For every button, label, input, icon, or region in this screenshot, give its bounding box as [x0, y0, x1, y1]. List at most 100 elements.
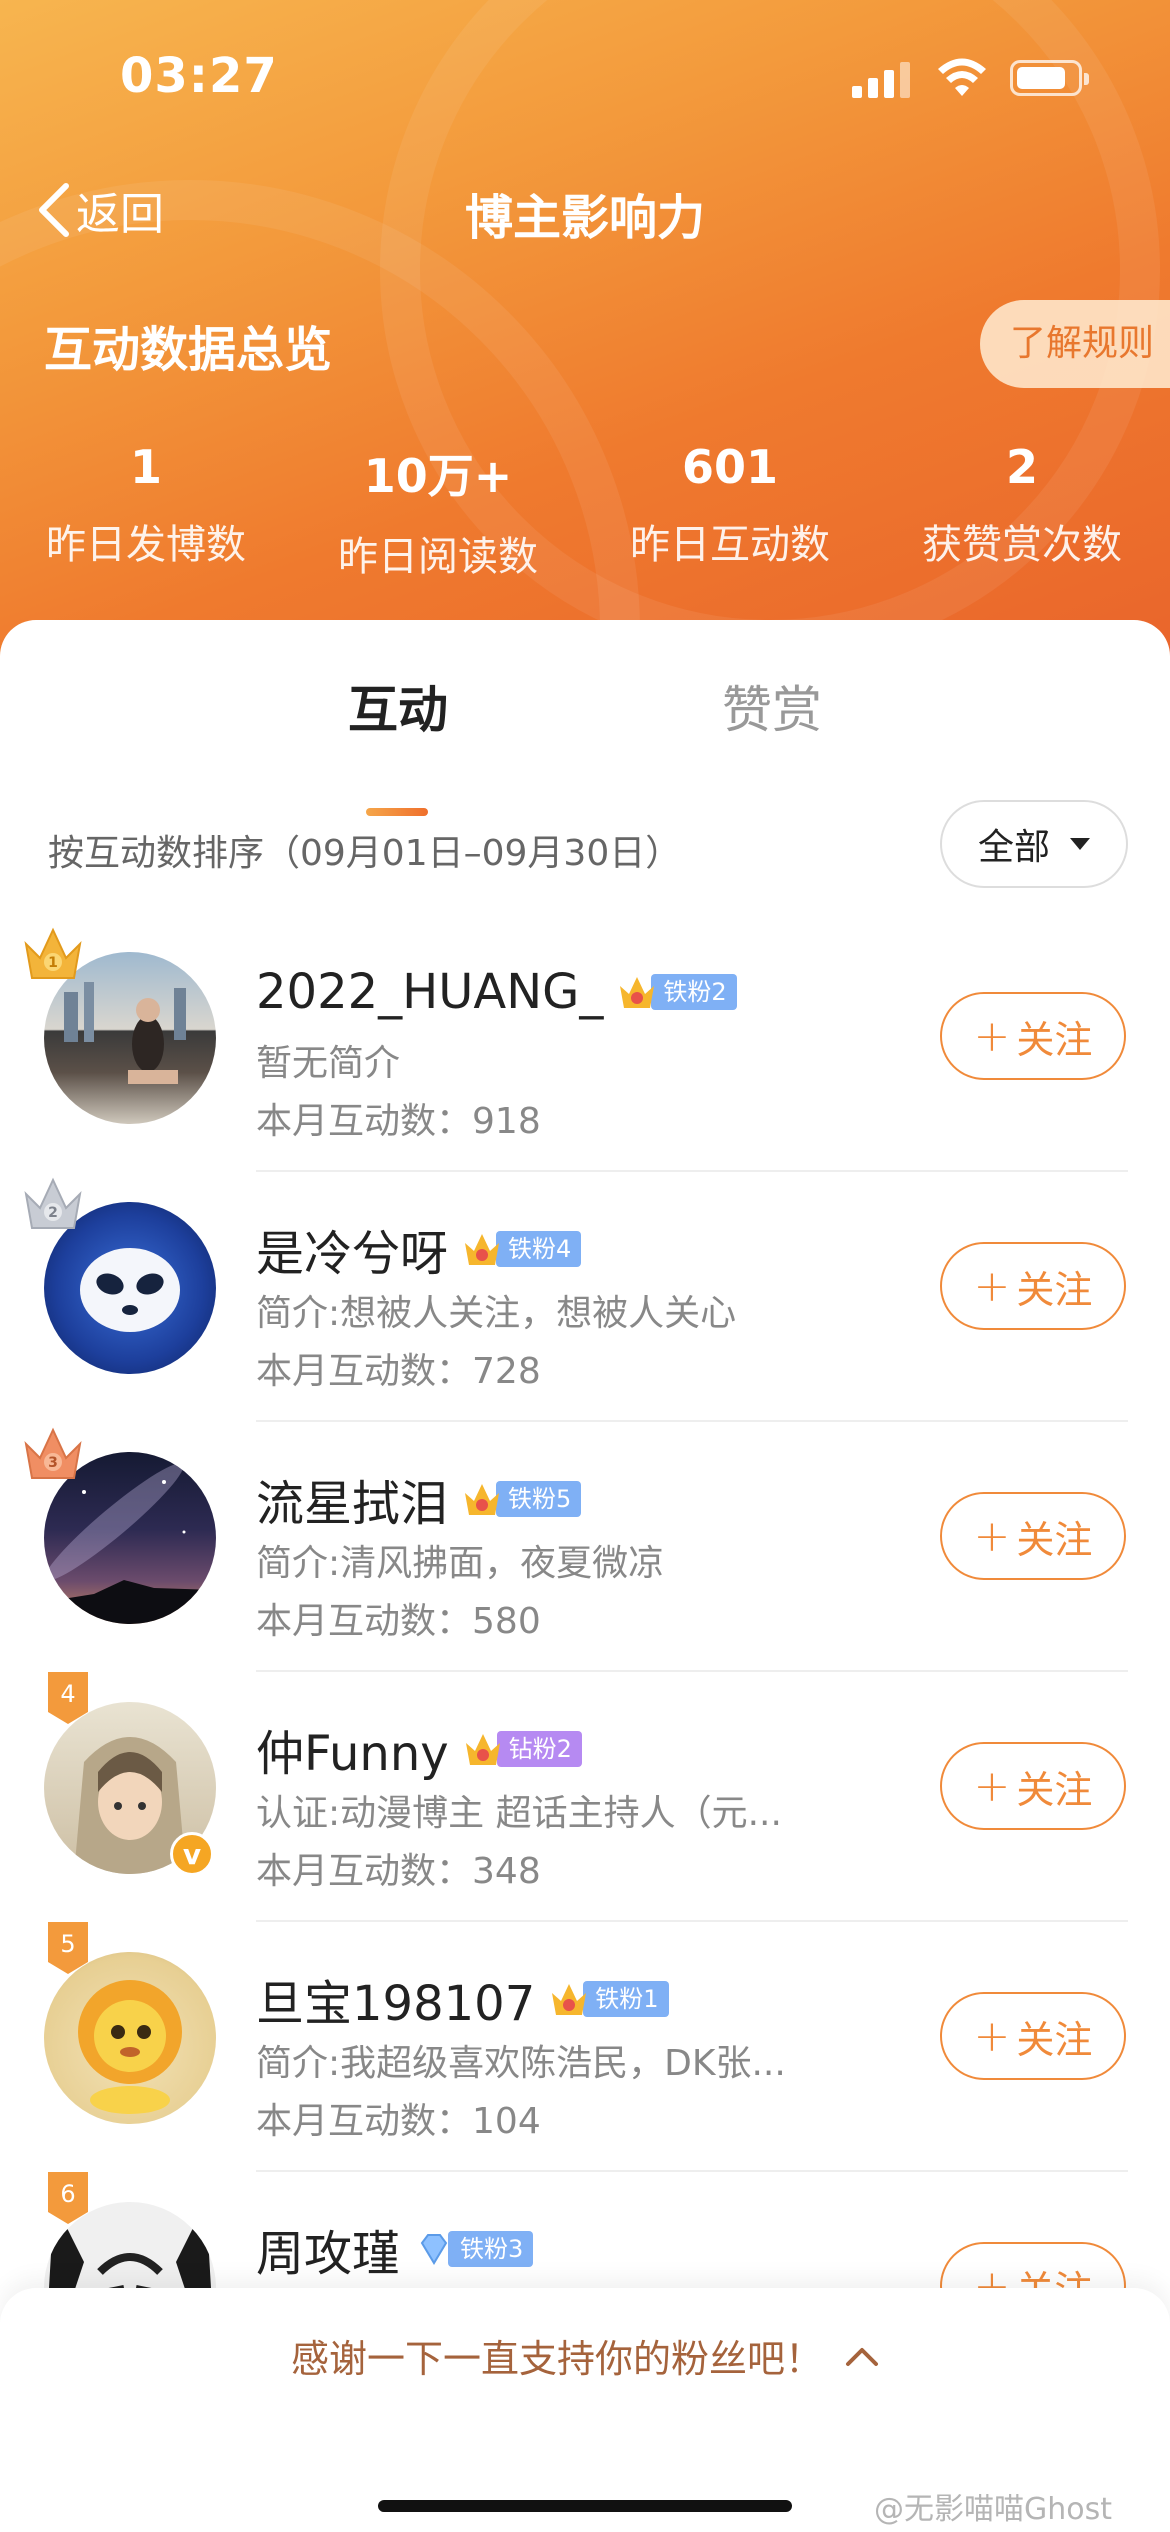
stats-row: 1 昨日发博数 10万+ 昨日阅读数 601 昨日互动数 2 获赞赏次数 [0, 440, 1170, 582]
crown-gold-icon: 1 [24, 927, 82, 979]
fan-level-label: 铁粉5 [496, 1481, 582, 1517]
fan-name[interactable]: 2022_HUANG_ [256, 964, 603, 1020]
avatar[interactable] [44, 1952, 216, 2124]
fan-badge: 钻粉2 [463, 1729, 582, 1769]
fan-level-label: 铁粉2 [651, 974, 737, 1010]
fan-bio: 简介:清风拂面，夜夏微凉 [256, 1543, 665, 1584]
plus-icon: + [973, 2010, 1011, 2062]
fan-badge: 铁粉4 [462, 1229, 582, 1269]
fan-badge: 铁粉1 [549, 1979, 669, 2019]
follow-button[interactable]: +关注 [940, 1242, 1126, 1330]
fan-bio: 简介:我超级喜欢陈浩民，DK张... [256, 2043, 786, 2084]
stat-interactions[interactable]: 601 昨日互动数 [584, 440, 876, 582]
rules-button[interactable]: 了解规则 [980, 300, 1170, 388]
fan-badge: 铁粉5 [462, 1479, 582, 1519]
wifi-icon [938, 58, 986, 96]
tab-tips[interactable]: 赞赏 [722, 670, 822, 742]
page-title: 博主影响力 [464, 190, 705, 246]
fan-crown-icon [465, 1484, 500, 1515]
stat-value: 10万+ [363, 449, 513, 503]
name-line: 仲Funny 钻粉2 [256, 1714, 582, 1784]
follow-button[interactable]: +关注 [940, 1992, 1126, 2080]
watermark: @无影喵喵Ghost [874, 2492, 1113, 2527]
overview-title: 互动数据总览 [44, 322, 333, 378]
thanks-prompt[interactable]: 感谢一下一直支持你的粉丝吧！ [0, 2328, 1170, 2383]
filter-dropdown[interactable]: 全部 [940, 800, 1128, 888]
stat-label: 昨日发博数 [46, 522, 246, 568]
fan-name[interactable]: 旦宝198107 [256, 1964, 535, 2034]
plus-icon: + [973, 1010, 1011, 1062]
rank-number: 1 [48, 955, 58, 971]
home-indicator[interactable] [378, 2500, 792, 2512]
fan-crown-icon [552, 1984, 587, 2015]
fan-crown-icon [620, 977, 655, 1008]
rank-number: 5 [60, 1930, 75, 1958]
name-line: 周攻瑾 铁粉3 [256, 2214, 534, 2284]
fan-row[interactable]: 4 v 仲Funny 钻粉2 认证:动漫博主 超话主持人（元... 本月互动数：… [0, 1672, 1170, 1922]
fan-row[interactable]: 5 旦宝198107 铁粉1 简介:我超级喜欢陈浩民，DK张... 本月互动数：… [0, 1922, 1170, 2172]
sort-description: 按互动数排序（09月01日–09月30日） [48, 833, 682, 874]
fans-card: 互动 赞赏 按互动数排序（09月01日–09月30日） 全部 1 2022_HU… [0, 620, 1170, 2532]
battery-icon [1010, 60, 1089, 96]
fan-count: 本月互动数：104 [256, 2101, 541, 2142]
fan-count: 本月互动数：580 [256, 1601, 541, 1642]
fan-level-label: 铁粉1 [583, 1981, 669, 2017]
crown-silver-icon: 2 [24, 1177, 82, 1229]
stat-posts[interactable]: 1 昨日发博数 [0, 440, 292, 582]
stat-label: 昨日互动数 [630, 522, 830, 568]
rank-number: 3 [48, 1455, 58, 1471]
follow-button[interactable]: +关注 [940, 992, 1126, 1080]
stat-label: 获赞赏次数 [922, 522, 1122, 568]
stat-label: 昨日阅读数 [338, 534, 538, 580]
chevron-up-icon [846, 2347, 878, 2366]
crown-bronze-icon: 3 [24, 1427, 82, 1479]
header: 03:27 返回 博主影响力 互动数据总览 了解规则 1 昨日发博数 10万+ … [0, 0, 1170, 700]
stat-value: 601 [681, 440, 779, 494]
fan-badge: 铁粉2 [617, 972, 737, 1012]
thanks-text: 感谢一下一直支持你的粉丝吧！ [290, 2337, 823, 2381]
verified-badge-icon: v [170, 1832, 214, 1876]
fan-name[interactable]: 周攻瑾 [256, 2214, 400, 2284]
stat-value: 1 [129, 440, 162, 494]
fan-crown-icon [465, 1734, 500, 1765]
status-time: 03:27 [120, 48, 278, 104]
sort-row: 按互动数排序（09月01日–09月30日） 全部 [0, 800, 1170, 890]
name-line: 流星拭泪 铁粉5 [256, 1464, 582, 1534]
fan-row[interactable]: 1 2022_HUANG_ 铁粉2 暂无简介 本月互动数：918 + 关注 [0, 922, 1170, 1172]
fan-row[interactable]: 3 流星拭泪 铁粉5 简介:清风拂面，夜夏微凉 本月互动数：580 + 关注 [0, 1422, 1170, 1672]
signal-icon [852, 62, 912, 98]
fan-name[interactable]: 仲Funny [256, 1714, 449, 1784]
tab-interaction[interactable]: 互动 [348, 670, 448, 742]
rank-number: 6 [60, 2180, 75, 2208]
fan-count: 本月互动数：918 [256, 1101, 541, 1142]
diamond-icon [420, 2234, 448, 2265]
follow-button[interactable]: +关注 [940, 1492, 1126, 1580]
follow-button[interactable]: +关注 [940, 1742, 1126, 1830]
fan-badge: 铁粉3 [414, 2229, 534, 2269]
fan-count: 本月互动数：728 [256, 1351, 541, 1392]
rank-number: 2 [48, 1205, 58, 1221]
plus-icon: + [973, 1760, 1011, 1812]
fan-crown-icon [465, 1234, 500, 1265]
fan-level-label: 钻粉2 [496, 1731, 582, 1767]
fan-level-label: 铁粉4 [496, 1231, 582, 1267]
fan-name[interactable]: 流星拭泪 [256, 1464, 448, 1534]
fan-bio: 简介:想被人关注，想被人关心 [256, 1293, 737, 1334]
name-line: 2022_HUANG_ 铁粉2 [256, 964, 737, 1020]
plus-icon: + [973, 1510, 1011, 1562]
name-line: 旦宝198107 铁粉1 [256, 1964, 669, 2034]
plus-icon: + [973, 1260, 1011, 1312]
caret-down-icon [1070, 838, 1090, 850]
fan-row[interactable]: 2 是冷兮呀 铁粉4 简介:想被人关注，想被人关心 本月互动数：728 + 关注 [0, 1172, 1170, 1422]
name-line: 是冷兮呀 铁粉4 [256, 1214, 582, 1284]
rank-number: 4 [60, 1680, 75, 1708]
fan-bio: 认证:动漫博主 超话主持人（元... [256, 1793, 782, 1834]
rank-tag-icon: 6 [48, 2172, 88, 2224]
stat-tips[interactable]: 2 获赞赏次数 [876, 440, 1168, 582]
filter-label: 全部 [977, 827, 1050, 868]
fan-bio: 暂无简介 [256, 1043, 401, 1084]
stat-reads[interactable]: 10万+ 昨日阅读数 [292, 440, 584, 582]
stat-value: 2 [1005, 440, 1038, 494]
fan-level-label: 铁粉3 [448, 2231, 534, 2267]
fan-name[interactable]: 是冷兮呀 [256, 1214, 448, 1284]
